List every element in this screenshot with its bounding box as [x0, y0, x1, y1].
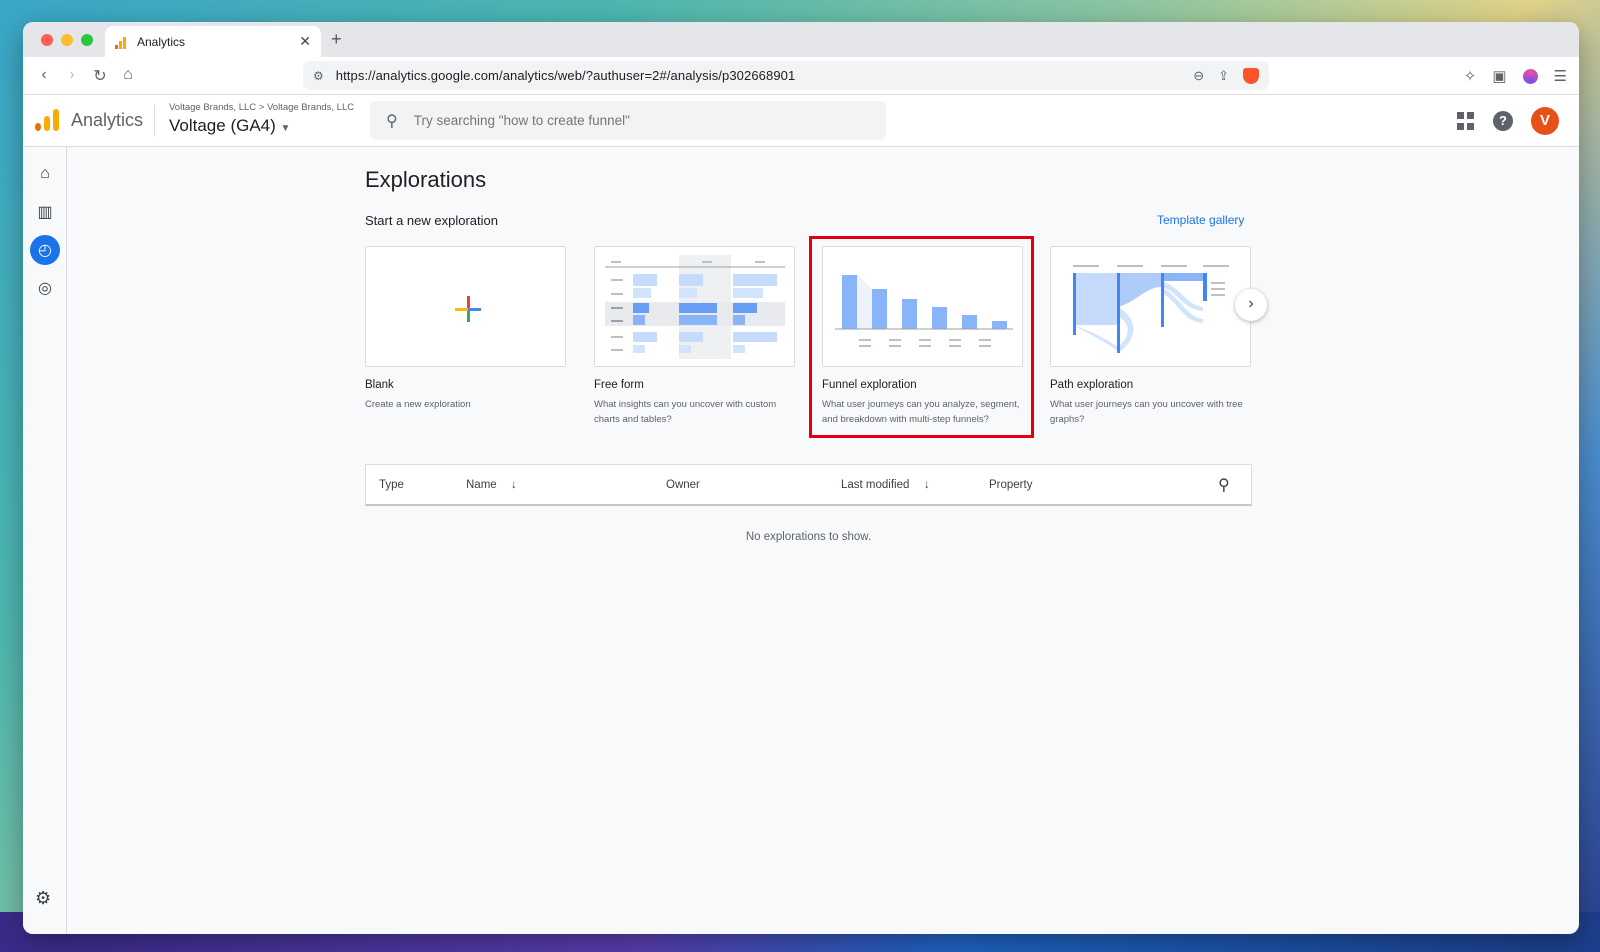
card-thumbnail[interactable] — [1050, 246, 1251, 367]
tab-title: Analytics — [137, 34, 186, 49]
table-search-icon[interactable]: ⚲ — [1218, 475, 1230, 495]
browser-window: Analytics ✕ + ‹ › ↻ ⌂ ⚙ https://analytic… — [23, 22, 1579, 934]
home-icon[interactable]: ⌂ — [115, 66, 141, 86]
funnel-highlight-box — [809, 236, 1034, 438]
help-icon[interactable]: ? — [1493, 111, 1513, 131]
free-form-illustration — [605, 255, 785, 359]
app-name: Analytics — [71, 110, 144, 130]
card-description: What user journeys can you uncover with … — [1050, 399, 1243, 425]
reader-mode-icon[interactable]: ▣ — [1492, 67, 1506, 85]
browser-tab[interactable]: Analytics ✕ — [105, 26, 321, 57]
column-last-modified[interactable]: Last modified — [841, 479, 909, 491]
card-title: Free form — [594, 379, 644, 391]
column-owner[interactable]: Owner — [666, 479, 700, 491]
close-window-button[interactable] — [41, 34, 53, 46]
search-input[interactable] — [413, 113, 834, 128]
side-navigation: ⌂ ▥ ◴ ◎ ⚙ — [23, 147, 67, 934]
analytics-logo-icon — [35, 109, 59, 131]
section-label: Start a new exploration — [365, 213, 498, 228]
account-breadcrumb: Voltage Brands, LLC > Voltage Brands, LL… — [169, 102, 355, 113]
reload-icon[interactable]: ↻ — [87, 66, 113, 86]
avatar[interactable]: V — [1531, 107, 1559, 135]
card-thumbnail[interactable] — [594, 246, 795, 367]
maximize-window-button[interactable] — [81, 34, 93, 46]
back-icon[interactable]: ‹ — [31, 66, 57, 86]
brave-shield-icon[interactable] — [1243, 67, 1259, 84]
extensions-icon[interactable]: ✧ — [1464, 67, 1477, 85]
apps-grid-icon[interactable] — [1457, 112, 1475, 130]
advertising-nav-icon[interactable]: ◎ — [30, 273, 60, 303]
explore-nav-icon[interactable]: ◴ — [30, 235, 60, 265]
column-property[interactable]: Property — [989, 479, 1032, 491]
property-name: Voltage (GA4) — [169, 116, 276, 135]
address-bar[interactable]: ⚙ https://analytics.google.com/analytics… — [303, 61, 1269, 90]
main-content: Explorations Start a new exploration Tem… — [67, 147, 1579, 934]
explorations-table-header: Type Name ↓ Owner Last modified ↓ Proper… — [365, 464, 1252, 506]
card-path-exploration[interactable]: Path exploration What user journeys can … — [1050, 246, 1251, 427]
home-nav-icon[interactable]: ⌂ — [30, 159, 60, 189]
share-icon[interactable]: ⇪ — [1218, 68, 1229, 84]
tab-bar: Analytics ✕ + — [23, 22, 1579, 57]
card-title: Path exploration — [1050, 379, 1134, 391]
site-settings-icon[interactable]: ⚙ — [313, 69, 324, 83]
new-tab-button[interactable]: + — [331, 29, 342, 50]
minimize-window-button[interactable] — [61, 34, 73, 46]
card-description: What insights can you uncover with custo… — [594, 399, 777, 425]
path-illustration — [1073, 265, 1229, 353]
caret-down-icon: ▼ — [280, 123, 291, 134]
column-name[interactable]: Name — [466, 479, 497, 491]
menu-icon[interactable]: ☰ — [1554, 67, 1567, 85]
account-picker[interactable]: Voltage Brands, LLC > Voltage Brands, LL… — [169, 102, 354, 136]
plus-icon — [455, 296, 481, 322]
analytics-favicon-icon — [115, 35, 129, 49]
forward-icon[interactable]: › — [59, 66, 85, 86]
sort-arrow-icon[interactable]: ↓ — [924, 479, 930, 491]
card-free-form[interactable]: Free form What insights can you uncover … — [594, 246, 795, 427]
reports-nav-icon[interactable]: ▥ — [30, 197, 60, 227]
template-gallery-link[interactable]: Template gallery — [1157, 213, 1244, 227]
header-divider — [154, 105, 155, 137]
search-icon: ⚲ — [386, 112, 398, 130]
search-bar[interactable]: ⚲ — [370, 101, 886, 140]
card-thumbnail[interactable] — [365, 246, 566, 367]
chevron-right-icon[interactable]: › — [1235, 289, 1267, 321]
zoom-out-icon[interactable]: ⊖ — [1193, 68, 1204, 84]
admin-settings-icon[interactable]: ⚙ — [35, 888, 51, 909]
card-description: Create a new exploration — [365, 399, 471, 410]
sort-arrow-icon[interactable]: ↓ — [511, 479, 517, 491]
card-title: Blank — [365, 379, 394, 391]
card-blank[interactable]: Blank Create a new exploration — [365, 246, 566, 412]
ga-header: Analytics Voltage Brands, LLC > Voltage … — [23, 95, 1579, 147]
empty-state-message: No explorations to show. — [745, 531, 872, 543]
column-type[interactable]: Type — [379, 479, 404, 491]
browser-profile-icon[interactable] — [1522, 68, 1538, 84]
navigation-bar: ‹ › ↻ ⌂ ⚙ https://analytics.google.com/a… — [23, 57, 1579, 95]
window-controls — [41, 34, 93, 46]
url-text[interactable]: https://analytics.google.com/analytics/w… — [336, 68, 1193, 83]
close-tab-icon[interactable]: ✕ — [299, 33, 311, 50]
page-title: Explorations — [365, 167, 487, 192]
